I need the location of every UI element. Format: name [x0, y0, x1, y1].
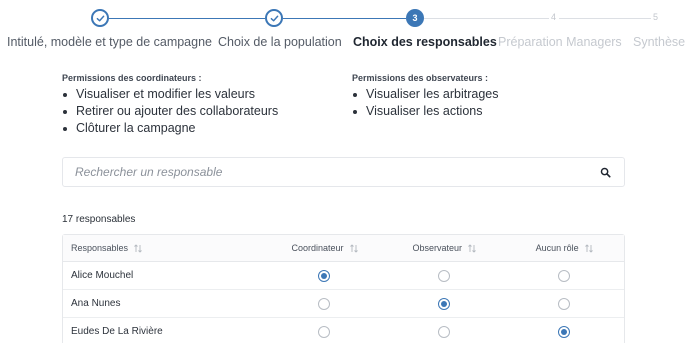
- observer-permissions-list: Visualiser les arbitrages Visualiser les…: [351, 86, 498, 120]
- column-header-label: Responsables: [71, 243, 129, 253]
- role-radio-aucun-role[interactable]: [558, 297, 571, 310]
- table-header: Responsables Coordinateur Observateur Au…: [63, 235, 624, 262]
- list-item: Visualiser les actions: [351, 103, 498, 120]
- sort-icon[interactable]: [349, 243, 358, 253]
- check-icon: [270, 15, 278, 21]
- observer-permissions-title: Permissions des observateurs :: [352, 73, 489, 83]
- step-2-check-icon[interactable]: [265, 9, 283, 27]
- step-2-label[interactable]: Choix de la population: [218, 35, 342, 49]
- step-connector: [283, 18, 406, 19]
- list-item: Clôturer la campagne: [61, 120, 278, 137]
- responsables-count: 17 responsables: [62, 214, 136, 225]
- column-header-responsables[interactable]: Responsables: [63, 243, 265, 253]
- table-row: Eudes De La Rivière: [63, 318, 624, 343]
- list-item: Visualiser les arbitrages: [351, 86, 498, 103]
- column-header-aucun-role[interactable]: Aucun rôle: [504, 243, 624, 253]
- sort-icon[interactable]: [468, 243, 476, 253]
- column-header-observateur[interactable]: Observateur: [384, 243, 504, 253]
- sort-icon[interactable]: [584, 243, 593, 253]
- role-radio-observateur[interactable]: [438, 269, 451, 282]
- list-item: Retirer ou ajouter des collaborateurs: [61, 103, 278, 120]
- step-5-label: Synthèse: [633, 35, 686, 49]
- step-5-number: 5: [653, 12, 659, 22]
- step-3-indicator: 3: [406, 9, 424, 27]
- column-header-coordinateur[interactable]: Coordinateur: [265, 243, 385, 253]
- step-4-number: 4: [551, 12, 557, 22]
- column-header-label: Observateur: [412, 243, 463, 253]
- step-4-label: Préparation Managers: [498, 35, 622, 49]
- step-1-check-icon[interactable]: [91, 9, 109, 27]
- role-radio-coordinateur[interactable]: [318, 269, 331, 282]
- role-radio-observateur[interactable]: [438, 297, 451, 310]
- responsable-name: Alice Mouchel: [71, 270, 134, 281]
- role-radio-aucun-role[interactable]: [558, 325, 571, 338]
- step-1-label[interactable]: Intitulé, modèle et type de campagne: [7, 35, 212, 49]
- responsable-name: Eudes De La Rivière: [71, 326, 163, 337]
- search-box: [62, 157, 625, 187]
- stepper: 3 4 5 Intitulé, modèle et type de campag…: [0, 0, 688, 60]
- column-header-label: Aucun rôle: [535, 243, 579, 253]
- step-connector: [424, 18, 549, 19]
- table-row: Ana Nunes: [63, 290, 624, 318]
- coordinator-permissions-list: Visualiser et modifier les valeurs Retir…: [61, 86, 278, 137]
- responsables-table: Responsables Coordinateur Observateur Au…: [62, 234, 625, 343]
- table-row: Alice Mouchel: [63, 262, 624, 290]
- column-header-label: Coordinateur: [291, 243, 344, 253]
- list-item: Visualiser et modifier les valeurs: [61, 86, 278, 103]
- sort-icon[interactable]: [134, 243, 142, 253]
- responsable-name: Ana Nunes: [71, 298, 121, 309]
- step-3-label: Choix des responsables: [353, 35, 497, 49]
- role-radio-observateur[interactable]: [438, 325, 451, 338]
- step-connector: [559, 18, 651, 19]
- check-icon: [96, 15, 104, 21]
- search-input[interactable]: [63, 158, 583, 186]
- role-radio-aucun-role[interactable]: [558, 269, 571, 282]
- step-connector: [109, 18, 265, 19]
- search-icon[interactable]: [600, 167, 611, 178]
- coordinator-permissions-title: Permissions des coordinateurs :: [62, 73, 202, 83]
- role-radio-coordinateur[interactable]: [318, 297, 331, 310]
- role-radio-coordinateur[interactable]: [318, 325, 331, 338]
